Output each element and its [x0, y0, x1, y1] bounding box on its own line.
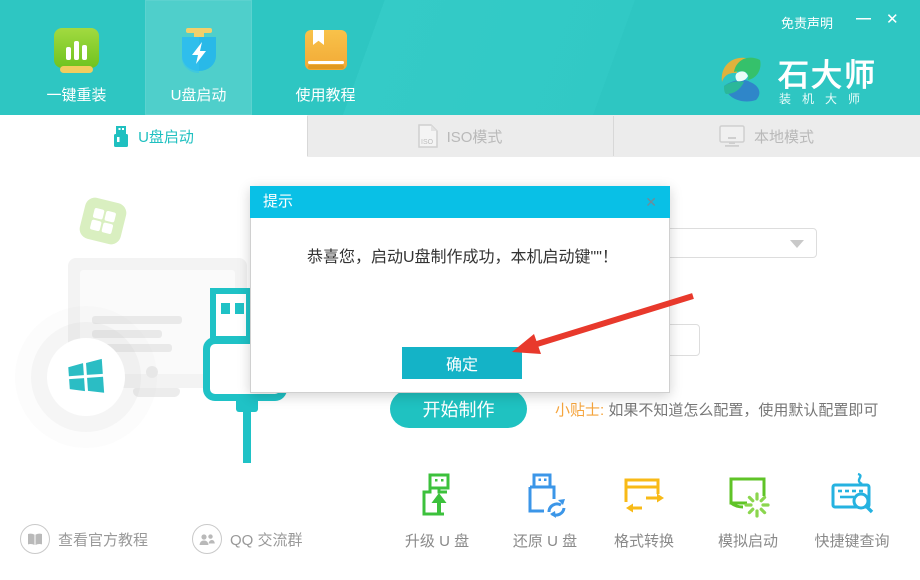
dialog-message: 恭喜您，启动U盘制作成功，本机启动键""！ — [307, 243, 618, 267]
dialog-title: 提示 — [263, 193, 293, 210]
tool-restore-usb[interactable]: 还原 U 盘 — [495, 472, 595, 551]
mode-tab-label: ISO模式 — [447, 126, 503, 147]
ok-button[interactable]: 确定 — [402, 347, 522, 379]
simulate-boot-icon — [724, 472, 772, 520]
iso-file-icon: ISO — [418, 124, 438, 148]
hotkey-query-icon — [828, 472, 876, 520]
dialog-titlebar: 提示 ✕ — [250, 186, 670, 218]
upgrade-usb-icon — [413, 472, 461, 520]
tab-divider — [307, 116, 308, 156]
disclaimer-link[interactable]: 免责声明 — [781, 13, 833, 32]
usb-connector-illustration — [210, 288, 252, 342]
qq-group-link[interactable]: QQ 交流群 — [192, 524, 303, 554]
tab-label: 一键重装 — [23, 84, 130, 105]
tool-label: 快捷键查询 — [802, 530, 902, 551]
app-window: 一键重装 U盘启动 使用教程 免责声明 — ✕ 石大师 装机大师 — [0, 0, 920, 580]
format-convert-icon — [620, 472, 668, 520]
success-dialog: 提示 ✕ 恭喜您，启动U盘制作成功，本机启动键""！ 确定 — [250, 186, 670, 393]
dialog-close-icon[interactable]: ✕ — [645, 186, 657, 218]
usb-plug-illustration — [236, 399, 258, 412]
book-icon — [305, 30, 347, 70]
mode-tab-label: 本地模式 — [754, 126, 814, 147]
brand-title: 石大师 — [778, 50, 877, 95]
tab-divider — [613, 116, 614, 156]
chevron-down-icon — [790, 240, 804, 248]
tool-hotkey-query[interactable]: 快捷键查询 — [802, 472, 902, 551]
svg-text:ISO: ISO — [421, 139, 434, 146]
minimize-button[interactable]: — — [856, 11, 871, 26]
close-button[interactable]: ✕ — [886, 12, 899, 27]
tip-label: 小贴士: — [555, 402, 604, 419]
windows-logo-badge — [47, 338, 125, 416]
restore-usb-icon — [521, 472, 569, 520]
chart-monitor-icon — [54, 28, 99, 68]
tool-label: 格式转换 — [594, 530, 694, 551]
brand-subtitle: 装机大师 — [779, 90, 871, 107]
tab-tutorial[interactable]: 使用教程 — [272, 0, 379, 115]
windows-flag-icon — [67, 358, 105, 396]
mode-tab-label: U盘启动 — [138, 126, 194, 147]
tutorial-book-icon — [20, 524, 50, 554]
tab-usb-boot[interactable]: U盘启动 — [145, 0, 252, 115]
icon-base-bar — [60, 66, 93, 73]
link-label: 查看官方教程 — [58, 529, 148, 550]
tool-upgrade-usb[interactable]: 升级 U 盘 — [387, 472, 487, 551]
brand-logo-icon — [716, 52, 768, 104]
qq-group-icon — [192, 524, 222, 554]
usb-cable-illustration — [243, 412, 251, 463]
tip-line: 小贴士: 如果不知道怎么配置，使用默认配置即可 — [555, 399, 878, 420]
tool-format-convert[interactable]: 格式转换 — [594, 472, 694, 551]
local-monitor-icon — [719, 125, 745, 147]
tool-label: 还原 U 盘 — [495, 530, 595, 551]
mode-tab-iso[interactable]: ISO ISO模式 — [307, 115, 613, 157]
tool-label: 模拟启动 — [698, 530, 798, 551]
tool-simulate-boot[interactable]: 模拟启动 — [698, 472, 798, 551]
mode-tab-local[interactable]: 本地模式 — [613, 115, 920, 157]
official-tutorial-link[interactable]: 查看官方教程 — [20, 524, 148, 554]
usb-drive-icon — [113, 126, 129, 147]
tool-label: 升级 U 盘 — [387, 530, 487, 551]
tab-label: 使用教程 — [272, 84, 379, 105]
shield-bolt-icon — [179, 28, 219, 76]
monitor-stand — [133, 388, 180, 397]
tab-label: U盘启动 — [145, 84, 252, 105]
tab-one-key-reinstall[interactable]: 一键重装 — [23, 0, 130, 115]
start-create-button[interactable]: 开始制作 — [390, 390, 527, 428]
mode-tab-usb-boot[interactable]: U盘启动 — [0, 115, 307, 157]
tip-text: 如果不知道怎么配置，使用默认配置即可 — [608, 402, 878, 419]
link-label: QQ 交流群 — [230, 529, 303, 550]
